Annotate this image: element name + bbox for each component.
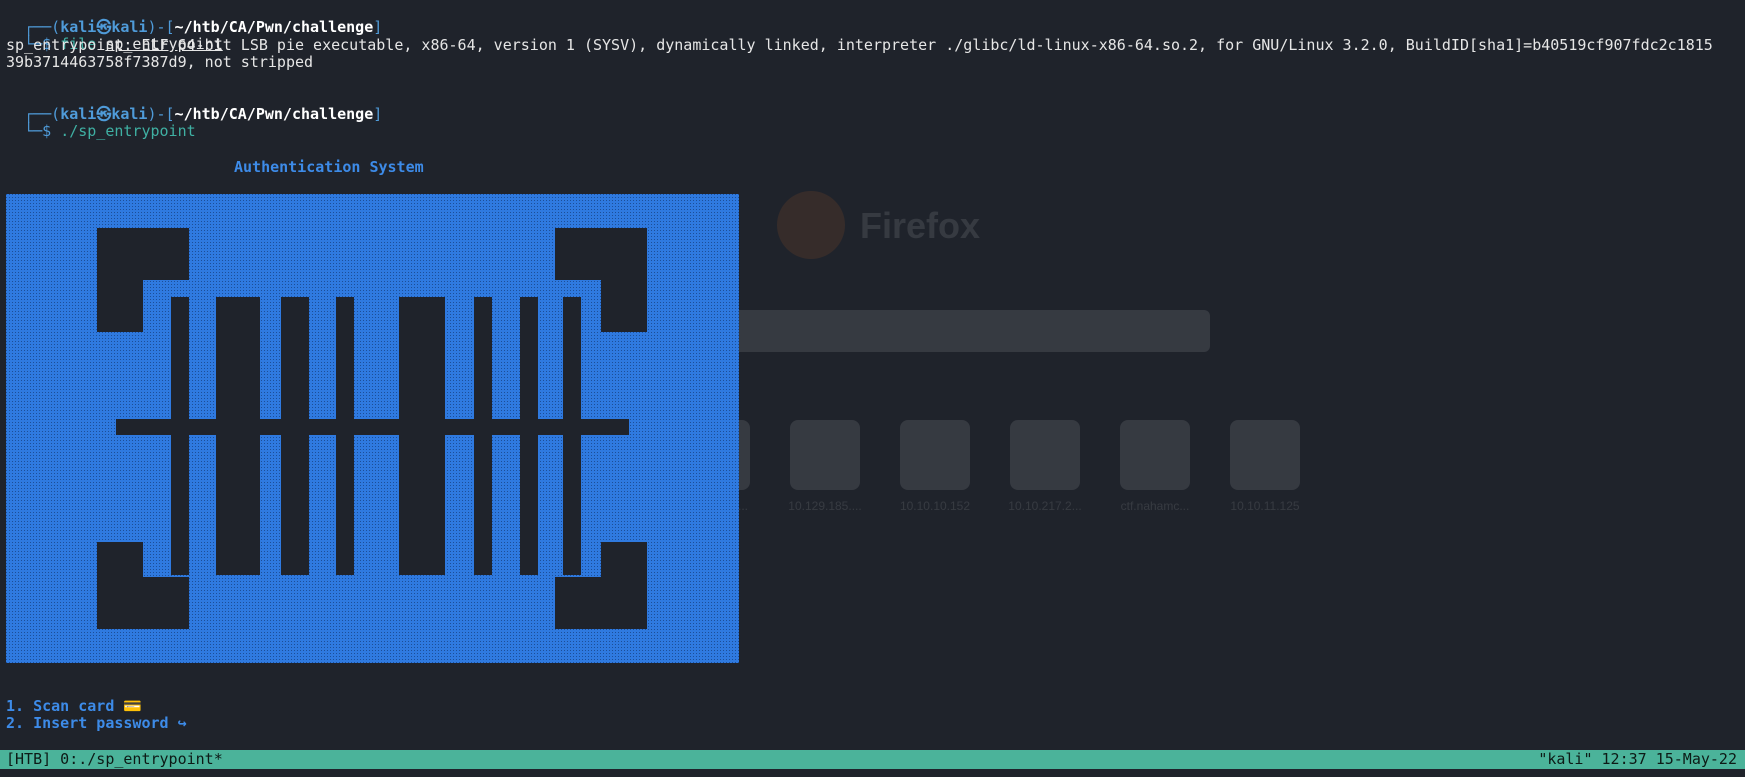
- prompt-frame: ]: [373, 18, 383, 36]
- shortcut-tile: [900, 420, 970, 490]
- menu-item-scan-card[interactable]: 1. Scan card 💳: [6, 698, 142, 715]
- firefox-wordmark: Firefox: [860, 205, 980, 246]
- card-ascii-art: [6, 194, 739, 663]
- status-clock: "kali" 12:37 15-May-22: [1538, 750, 1737, 768]
- command-line-1: └─$ file sp_entrypoint: [6, 19, 223, 53]
- menu-item-insert-password[interactable]: 2. Insert password ↪: [6, 715, 187, 732]
- command-text: ./sp_entrypoint: [60, 122, 196, 140]
- prompt-frame: ]: [373, 105, 383, 123]
- firefox-logo-icon: [777, 191, 845, 259]
- prompt-prefix: └─$: [24, 122, 61, 140]
- command-line-2: └─$ ./sp_entrypoint: [6, 106, 196, 140]
- shortcut-label: 10.10.217.2...: [1008, 499, 1081, 513]
- output-line-1: sp_entrypoint: ELF 64-bit LSB pie execut…: [6, 36, 1713, 54]
- prompt-line-2: ┌──(kali㉿kali)-[~/htb/CA/Pwn/challenge]: [6, 89, 382, 123]
- prompt-path: ~/htb/CA/Pwn/challenge: [174, 105, 374, 123]
- shortcut-label: 10.10.11.125: [1230, 499, 1300, 513]
- auth-title: Authentication System: [234, 158, 424, 176]
- shortcut-tile: [1230, 420, 1300, 490]
- output-line-2: 39b3714463758f7387d9, not stripped: [6, 53, 314, 71]
- shortcut-label: 10.10.10.152: [900, 499, 970, 513]
- shortcut-tile: [1120, 420, 1190, 490]
- shortcut-tile: [790, 420, 860, 490]
- status-window-name[interactable]: [HTB] 0:./sp_entrypoint*: [6, 750, 223, 769]
- shortcut-label: ctf.nahamc...: [1121, 499, 1190, 513]
- prompt-line-1: ┌──(kali㉿kali)-[~/htb/CA/Pwn/challenge]: [6, 2, 382, 36]
- shortcut-tile: [1010, 420, 1080, 490]
- input-line[interactable]: >: [6, 733, 52, 767]
- shortcut-label: 10.129.185....: [788, 499, 861, 513]
- tmux-status-bar: [HTB] 0:./sp_entrypoint* "kali" 12:37 15…: [0, 750, 1745, 769]
